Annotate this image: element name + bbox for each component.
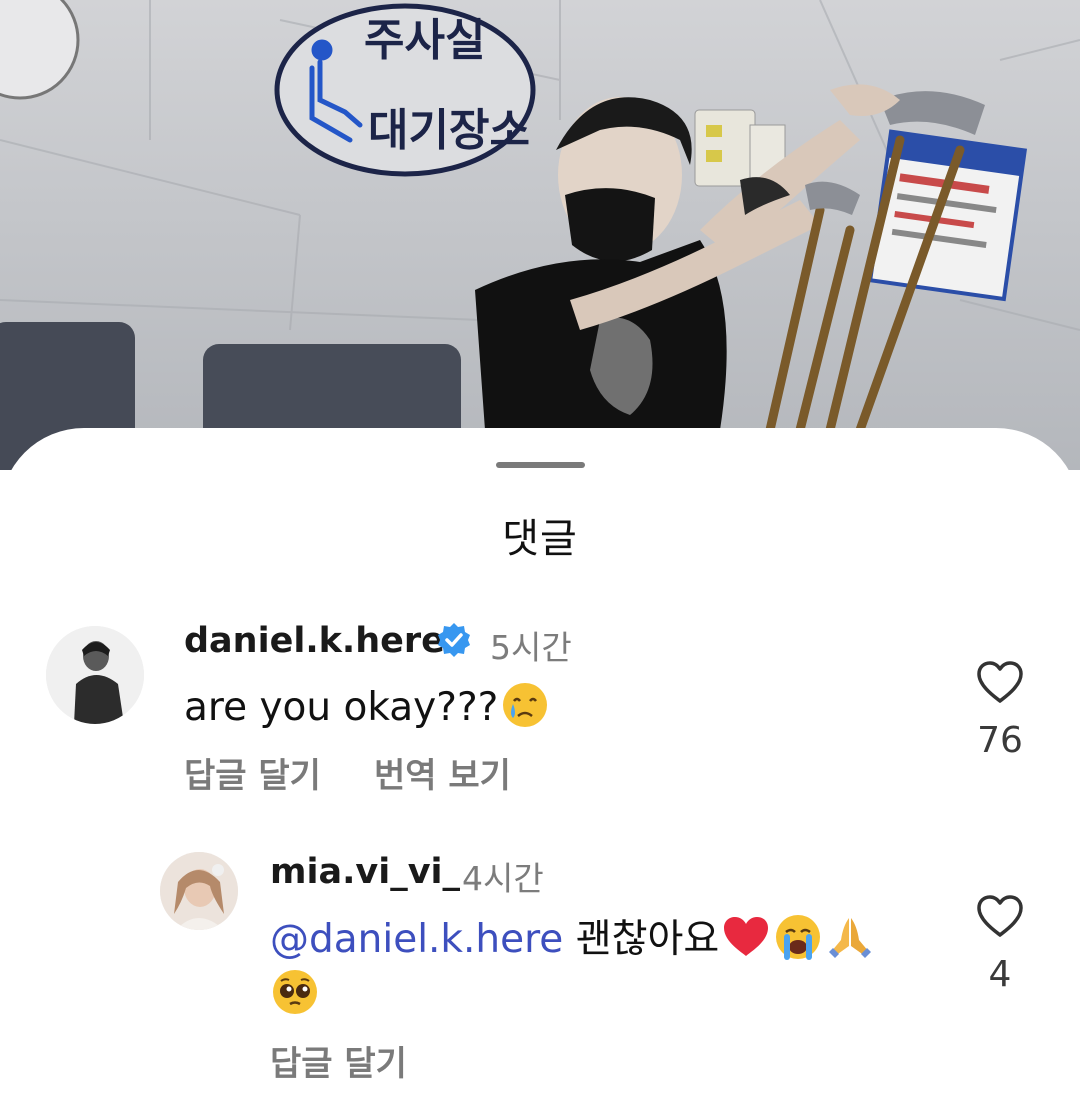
threads-mention-icon: @ xyxy=(270,917,309,962)
comment-time: 4시간 xyxy=(462,859,544,898)
comment-text: @daniel.k.here 괜찮아요 xyxy=(270,912,920,1022)
comment-username[interactable]: daniel.k.here xyxy=(184,621,445,661)
comment-body: 괜찮아요 xyxy=(575,917,720,962)
red-heart-emoji xyxy=(721,912,771,962)
avatar[interactable] xyxy=(46,626,144,724)
avatar[interactable] xyxy=(160,852,238,930)
sign-text-line1: 주사실 xyxy=(364,15,485,66)
sheet-title: 댓글 xyxy=(502,516,578,562)
loudly-crying-face-emoji xyxy=(773,912,823,962)
reply-button[interactable]: 답글 달기 xyxy=(270,1036,407,1085)
drag-handle[interactable] xyxy=(496,462,585,468)
reply-button[interactable]: 답글 달기 xyxy=(184,748,321,797)
comment-text: are you okay??? xyxy=(184,680,550,735)
comment-username[interactable]: mia.vi_vi_ xyxy=(270,852,460,892)
folded-hands-emoji xyxy=(825,912,875,962)
see-translation-button[interactable]: 번역 보기 xyxy=(374,748,511,797)
pleading-face-emoji xyxy=(270,967,320,1017)
comments-sheet: 댓글 daniel.k.here 5시간 are you okay??? 답글 … xyxy=(0,428,1080,1110)
post-photo: 주사실 대기장소 xyxy=(0,0,1080,470)
sign-text-line2: 대기장소 xyxy=(368,105,530,156)
comment-time: 5시간 xyxy=(490,628,572,667)
like-count: 76 xyxy=(977,720,1023,761)
like-heart-icon[interactable] xyxy=(976,894,1024,942)
mention-link[interactable]: @daniel.k.here xyxy=(270,917,563,962)
crying-face-emoji xyxy=(500,680,550,730)
like-count: 4 xyxy=(988,954,1012,995)
mention-username: daniel.k.here xyxy=(309,917,564,962)
verified-badge-icon xyxy=(436,622,472,662)
like-heart-icon[interactable] xyxy=(976,660,1024,708)
comment-body: are you okay??? xyxy=(184,685,499,730)
